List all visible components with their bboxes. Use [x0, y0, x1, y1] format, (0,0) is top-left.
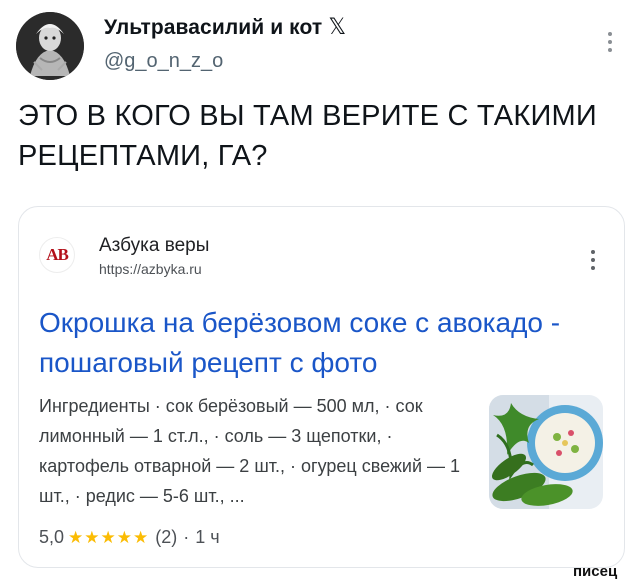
star-rating-icon: ★★★★★	[68, 527, 150, 547]
x-logo-icon: 𝕏	[328, 14, 347, 39]
site-name: Азбука веры	[99, 235, 210, 256]
result-snippet: Ингредиенты · сок берёзовый — 500 мл, · …	[39, 396, 461, 506]
author-name[interactable]: Ультравасилий и кот 𝕏	[104, 14, 346, 40]
more-vertical-icon[interactable]	[598, 28, 622, 56]
watermark: писец	[573, 563, 618, 580]
separator: ·	[183, 527, 190, 547]
result-title-link[interactable]: Окрошка на берёзовом соке с авокадо - по…	[39, 303, 619, 383]
tweet-text: ЭТО В КОГО ВЫ ТАМ ВЕРИТЕ С ТАКИМИ РЕЦЕПТ…	[18, 100, 597, 172]
site-logo: АВ	[39, 237, 75, 273]
author-name-text: Ультравасилий и кот	[104, 16, 323, 39]
review-count: (2)	[155, 527, 178, 547]
more-vertical-icon[interactable]	[585, 247, 601, 273]
author-handle[interactable]: @g_o_n_z_o	[104, 50, 223, 73]
rating-value: 5,0	[39, 527, 65, 547]
search-result-card[interactable]: АВ Азбука веры https://azbyka.ru Окрошка…	[18, 206, 625, 568]
site-logo-text: АВ	[46, 245, 69, 264]
author-avatar[interactable]	[16, 12, 84, 80]
post-time: 1 ч	[195, 527, 220, 547]
okroshka-thumbnail[interactable]	[489, 395, 603, 509]
rating-row: 5,0 ★★★★★ (2) · 1 ч	[39, 527, 220, 548]
site-url[interactable]: https://azbyka.ru	[99, 261, 202, 277]
